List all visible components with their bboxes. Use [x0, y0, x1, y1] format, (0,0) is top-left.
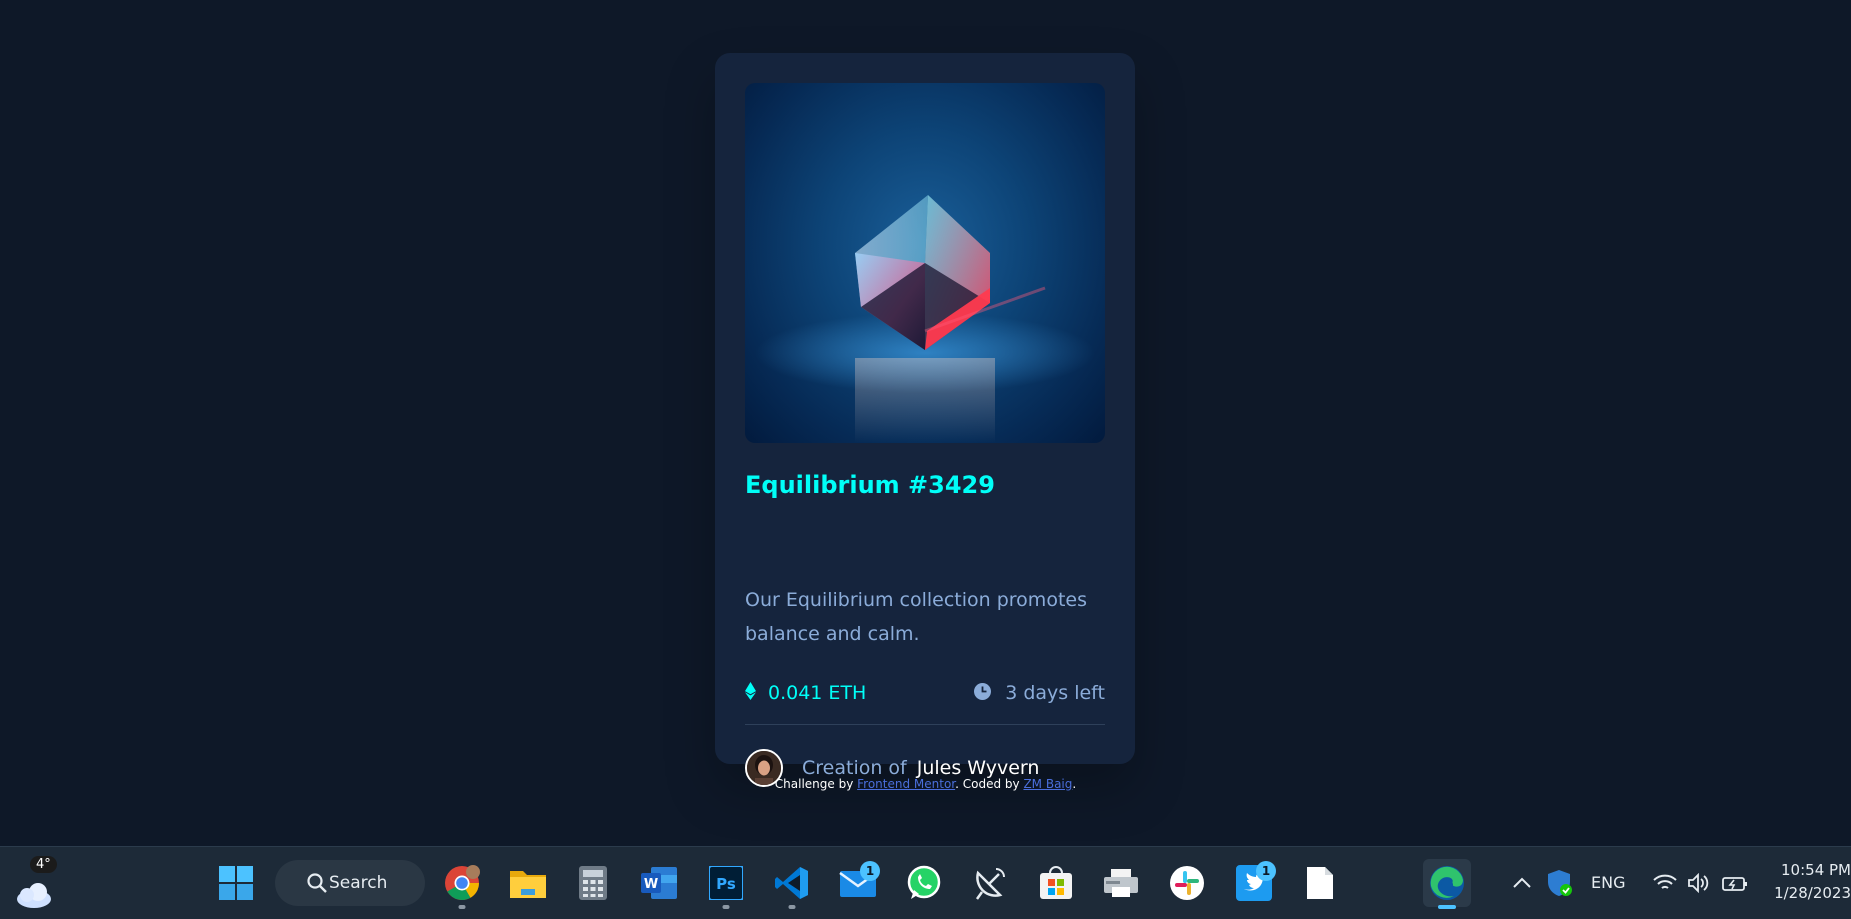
time-left-value: 3 days left — [1005, 682, 1105, 704]
taskbar-vscode[interactable] — [768, 859, 816, 909]
search-label: Search — [329, 873, 388, 893]
clock-time: 10:54 PM — [1781, 861, 1851, 879]
taskbar-clock[interactable]: 10:54 PM 1/28/2023 — [1774, 859, 1851, 905]
author-link[interactable]: ZM Baig — [1023, 777, 1072, 791]
nft-preview-card: Equilibrium #3429 Our Equilibrium collec… — [715, 53, 1135, 787]
card-stats: 0.041 ETH 3 days left — [745, 675, 1105, 711]
divider — [745, 724, 1105, 725]
photoshop-icon: Ps — [709, 866, 743, 900]
start-button[interactable] — [212, 859, 260, 907]
card-title[interactable]: Equilibrium #3429 — [745, 465, 1105, 505]
running-indicator — [722, 905, 730, 909]
attribution: Challenge by Frontend Mentor. Coded by Z… — [0, 777, 1851, 791]
chrome-icon — [445, 865, 480, 900]
chevron-up-icon — [1513, 877, 1531, 888]
attribution-prefix: Challenge by — [774, 777, 854, 791]
vscode-icon — [775, 867, 808, 899]
battery-status[interactable] — [1713, 859, 1757, 907]
taskbar-file[interactable] — [1296, 859, 1344, 907]
taskbar-printer[interactable] — [1097, 859, 1145, 907]
weather-temp: 4° — [30, 856, 57, 873]
equilibrium-image[interactable] — [745, 83, 1105, 443]
taskbar-remote-app[interactable] — [966, 859, 1014, 907]
weather-widget[interactable]: 4° — [10, 856, 70, 908]
taskbar-slack[interactable] — [1163, 859, 1211, 907]
taskbar-word[interactable]: W — [635, 859, 683, 907]
windows-security[interactable] — [1537, 859, 1583, 907]
slack-icon — [1170, 866, 1204, 900]
mail-badge: 1 — [860, 861, 880, 881]
calculator-icon — [579, 866, 607, 900]
windows-taskbar: 4° Search W Ps 1 1 ENG 10:54 PM 1/28/202… — [0, 846, 1851, 919]
file-explorer-icon — [510, 871, 546, 898]
taskbar-edge[interactable] — [1423, 859, 1471, 909]
frontend-mentor-link[interactable]: Frontend Mentor — [857, 777, 955, 791]
taskbar-whatsapp[interactable] — [900, 859, 948, 907]
svg-text:Ps: Ps — [716, 875, 736, 893]
taskbar-twitter[interactable]: 1 — [1230, 859, 1278, 907]
taskbar-calculator[interactable] — [569, 859, 617, 907]
taskbar-file-explorer[interactable] — [504, 859, 552, 907]
running-indicator — [458, 905, 466, 909]
creator-name-link[interactable]: Jules Wyvern — [917, 757, 1040, 779]
attribution-middle: . Coded by — [955, 777, 1020, 791]
ethereum-icon — [745, 680, 756, 706]
volume-icon — [1688, 873, 1709, 893]
windows-start-icon — [219, 866, 253, 900]
microsoft-store-icon — [1040, 866, 1072, 899]
clock-icon — [974, 682, 992, 704]
time-remaining: 3 days left — [974, 675, 1105, 711]
taskbar-search[interactable]: Search — [275, 860, 425, 906]
file-icon — [1307, 867, 1333, 899]
taskbar-store[interactable] — [1032, 859, 1080, 907]
wifi-icon — [1653, 874, 1677, 889]
security-shield-icon — [1548, 870, 1572, 896]
creator-prefix: Creation of — [802, 757, 907, 779]
whatsapp-icon — [907, 865, 941, 899]
clock-date: 1/28/2023 — [1774, 884, 1851, 902]
svg-text:W: W — [644, 877, 658, 892]
running-indicator — [1438, 905, 1456, 909]
search-icon — [307, 873, 327, 893]
twitter-badge: 1 — [1256, 861, 1276, 881]
card-description: Our Equilibrium collection promotes bala… — [745, 589, 1087, 645]
taskbar-photoshop[interactable]: Ps — [702, 859, 750, 909]
price-value: 0.041 ETH — [768, 682, 867, 704]
printer-icon — [1104, 869, 1138, 897]
satellite-icon — [975, 868, 1005, 900]
taskbar-chrome[interactable] — [438, 859, 486, 909]
running-indicator — [788, 905, 796, 909]
edge-icon — [1430, 866, 1464, 900]
battery-icon — [1722, 877, 1747, 891]
weather-cloud-icon — [17, 883, 51, 908]
price: 0.041 ETH — [745, 675, 866, 711]
attribution-suffix: . — [1072, 777, 1077, 791]
language-indicator[interactable]: ENG — [1591, 873, 1625, 892]
taskbar-mail[interactable]: 1 — [834, 859, 882, 907]
word-icon: W — [641, 867, 677, 899]
